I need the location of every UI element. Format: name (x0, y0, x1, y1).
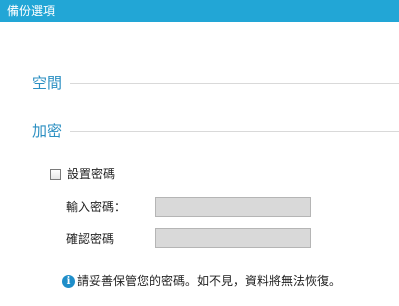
window-title: 備份選項 (7, 4, 56, 18)
confirm-password-label: 確認密碼 (66, 232, 115, 246)
set-password-checkbox[interactable] (50, 168, 61, 180)
title-bar: 備份選項 (0, 0, 399, 22)
section-encryption-heading: 加密 (32, 121, 71, 141)
enter-password-input[interactable] (155, 197, 311, 217)
section-encryption: 加密 (32, 121, 399, 143)
password-warning-text: 請妥善保管您的密碼。如不見，資料將無法恢復。 (77, 274, 342, 288)
set-password-label: 設置密碼 (67, 167, 116, 181)
password-warning-note: i 請妥善保管您的密碼。如不見，資料將無法恢復。 (62, 273, 341, 289)
section-space-heading: 空間 (32, 73, 71, 93)
confirm-password-input[interactable] (155, 228, 311, 248)
enter-password-label: 輸入密碼： (66, 200, 127, 214)
info-icon: i (62, 274, 75, 288)
section-divider (68, 131, 399, 132)
section-divider (68, 83, 399, 84)
set-password-option[interactable]: 設置密碼 (50, 166, 115, 182)
section-space: 空間 (32, 73, 399, 95)
